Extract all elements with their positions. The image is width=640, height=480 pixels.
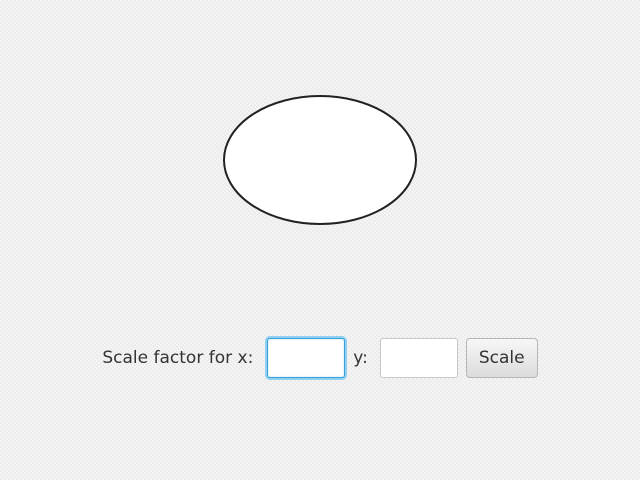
drawing-canvas [0, 0, 640, 330]
scale-button[interactable]: Scale [465, 338, 538, 378]
scale-y-input[interactable] [379, 338, 458, 378]
ellipse-shape [223, 95, 417, 225]
scale-x-input[interactable] [267, 338, 346, 378]
scale-controls: Scale factor for x: y: Scale [0, 337, 640, 379]
scale-x-label: Scale factor for x: [102, 348, 254, 368]
scale-y-label: y: [353, 348, 368, 368]
ellipse [223, 95, 417, 225]
